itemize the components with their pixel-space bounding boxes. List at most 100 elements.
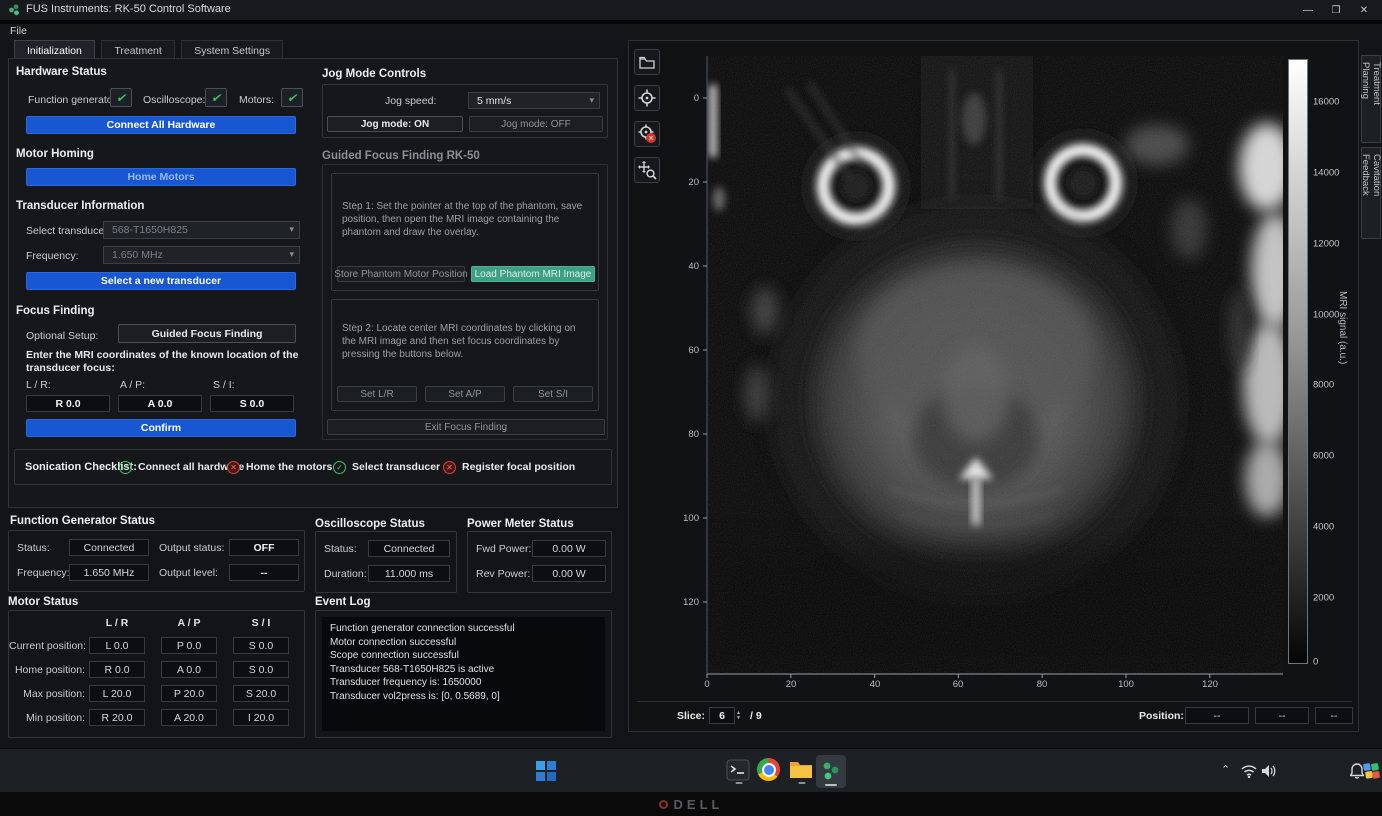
x-tick: 20 [781, 679, 801, 690]
y-tick: 100 [675, 513, 699, 524]
transducer-select[interactable]: 568-T1650H825 ▾ [103, 221, 300, 239]
widgets-icon[interactable] [1362, 761, 1380, 781]
checklist-item-label: Register focal position [462, 461, 575, 473]
sonication-checklist: Sonication Checklist: ✓ Connect all hard… [14, 449, 612, 485]
set-lr-button[interactable]: Set L/R [337, 386, 417, 402]
check-fail-icon: ✕ [443, 461, 456, 474]
open-folder-button[interactable] [634, 49, 660, 75]
spin-down-icon[interactable]: ▼ [736, 716, 745, 721]
check-pass-icon: ✓ [119, 461, 132, 474]
set-si-button[interactable]: Set S/I [513, 386, 593, 402]
bezel-logo-icon [659, 800, 668, 809]
select-new-transducer-button[interactable]: Select a new transducer [26, 272, 296, 290]
y-tick: 0 [681, 93, 699, 104]
viewer-divider [637, 701, 1352, 702]
connect-all-hardware-button[interactable]: Connect All Hardware [26, 116, 296, 134]
maximize-button[interactable]: ❐ [1322, 1, 1350, 19]
x-tick: 120 [1198, 679, 1222, 690]
chrome-app-button[interactable] [757, 758, 783, 786]
fwd-power-label: Fwd Power: [476, 543, 531, 555]
colorbar-tick: 4000 [1313, 522, 1334, 533]
x-tick: 60 [948, 679, 968, 690]
select-transducer-label: Select transducer: [26, 225, 111, 237]
checklist-item-label: Home the motors [246, 461, 332, 473]
jog-mode-on-button[interactable]: Jog mode: ON [327, 116, 463, 132]
slice-spinner-arrows[interactable]: ▲▼ [736, 707, 745, 724]
tab-treatment[interactable]: Treatment [101, 40, 174, 60]
jog-mode-off-button[interactable]: Jog mode: OFF [469, 116, 603, 132]
crosshair-error-icon: ✕ [637, 124, 657, 144]
set-ap-button[interactable]: Set A/P [425, 386, 505, 402]
store-phantom-position-button[interactable]: Store Phantom Motor Position [337, 266, 465, 282]
mri-image[interactable] [669, 49, 1309, 699]
exit-focus-finding-button[interactable]: Exit Focus Finding [327, 419, 605, 435]
home-motors-button[interactable]: Home Motors [26, 168, 296, 186]
guided-focus-group: Step 1: Set the pointer at the top of th… [322, 164, 608, 440]
motor-col-si: S / I [233, 617, 289, 629]
menu-file[interactable]: File [10, 25, 27, 37]
slice-label: Slice: [677, 710, 705, 722]
frequency-select[interactable]: 1.650 MHz ▾ [103, 246, 300, 264]
explorer-app-button[interactable] [789, 758, 815, 786]
tab-system-settings[interactable]: System Settings [181, 40, 283, 60]
lr-input[interactable]: R 0.0 [26, 395, 110, 412]
event-log-list[interactable]: Function generator connection successful… [322, 617, 605, 731]
close-button[interactable]: ✕ [1350, 1, 1378, 19]
minimize-button[interactable]: — [1294, 1, 1322, 19]
step2-text: Step 2: Locate center MRI coordinates by… [342, 322, 590, 361]
pan-zoom-icon [637, 160, 657, 180]
check-pass-icon: ✓ [333, 461, 346, 474]
slice-spinner[interactable]: 6 [709, 707, 735, 724]
fg-frequency-value: 1.650 MHz [69, 564, 149, 581]
colorbar-tick: 14000 [1313, 168, 1339, 179]
load-phantom-mri-button[interactable]: Load Phantom MRI Image [471, 266, 595, 282]
log-line: Scope connection successful [330, 649, 597, 663]
crosshair-button[interactable] [634, 85, 660, 111]
jog-speed-select[interactable]: 5 mm/s ▾ [468, 92, 600, 109]
frequency-label: Frequency: [26, 250, 79, 262]
colorbar-tick: 12000 [1313, 239, 1339, 250]
green-app-button[interactable] [816, 755, 846, 788]
pan-zoom-button[interactable] [634, 157, 660, 183]
si-input[interactable]: S 0.0 [210, 395, 294, 412]
fg-status-title: Function Generator Status [10, 515, 155, 527]
focus-instructions: Enter the MRI coordinates of the known l… [26, 349, 304, 375]
jog-speed-label: Jog speed: [385, 95, 436, 107]
guided-focus-title: Guided Focus Finding RK-50 [322, 150, 480, 162]
position-label: Position: [1139, 710, 1184, 722]
start-icon[interactable] [533, 758, 559, 784]
wifi-icon[interactable] [1241, 765, 1257, 778]
terminal-app-button[interactable] [726, 758, 752, 786]
confirm-button[interactable]: Confirm [26, 419, 296, 437]
motor-cell: A 20.0 [161, 709, 217, 726]
y-tick: 120 [675, 597, 699, 608]
speaker-icon[interactable] [1261, 764, 1277, 778]
log-line: Transducer 568-T1650H825 is active [330, 663, 597, 677]
osc-status-group: Status: Connected Duration: 11.000 ms [315, 531, 457, 593]
x-tick: 100 [1114, 679, 1138, 690]
x-tick: 80 [1032, 679, 1052, 690]
log-line: Motor connection successful [330, 636, 597, 650]
rev-power-value: 0.00 W [532, 565, 606, 582]
ap-input[interactable]: A 0.0 [118, 395, 202, 412]
osc-duration-value: 11.000 ms [368, 565, 450, 582]
osc-status-label: Status: [324, 543, 357, 555]
guided-focus-finding-button[interactable]: Guided Focus Finding [118, 324, 296, 343]
oscilloscope-ok-icon: ✔ [205, 88, 227, 107]
tab-treatment-planning[interactable]: Treatment Planning [1361, 55, 1381, 143]
osc-duration-label: Duration: [324, 568, 367, 580]
crosshair-error-button[interactable]: ✕ [634, 121, 660, 147]
osc-status-title: Oscilloscope Status [315, 518, 425, 530]
y-tick: 40 [681, 261, 699, 272]
green-app-icon [820, 760, 842, 782]
colorbar-axis-label: MRI signal (a.u.) [1337, 291, 1348, 364]
tab-cavitation-feedback[interactable]: Cavitation Feedback [1361, 147, 1381, 239]
tab-initialization[interactable]: Initialization [14, 40, 95, 60]
svg-text:✕: ✕ [648, 136, 654, 143]
power-status-title: Power Meter Status [467, 518, 574, 530]
focus-finding-title: Focus Finding [16, 305, 95, 317]
function-generator-ok-icon: ✔ [110, 88, 132, 107]
chevron-up-icon[interactable]: ⌃ [1221, 763, 1230, 776]
slice-total: / 9 [750, 710, 762, 722]
step1-text: Step 1: Set the pointer at the top of th… [342, 200, 590, 239]
